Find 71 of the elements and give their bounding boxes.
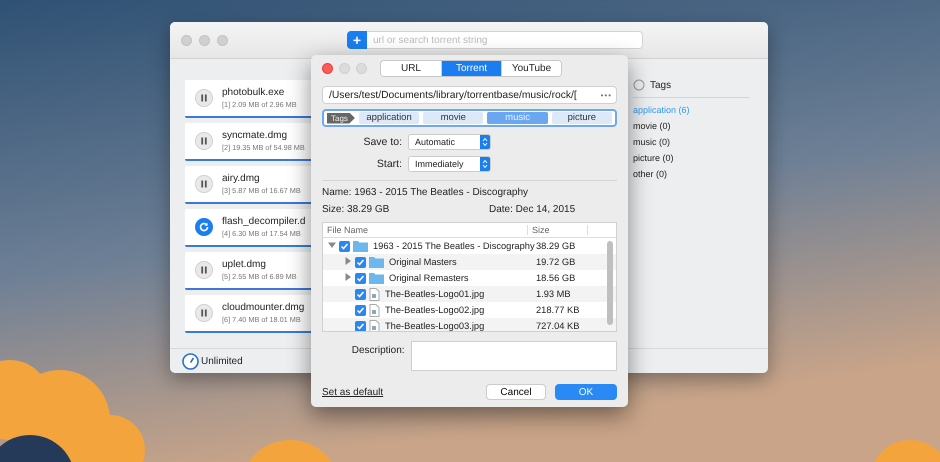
stepper-icon[interactable]: [480, 157, 490, 171]
torrent-date: Date: Dec 14, 2015: [489, 204, 576, 215]
tag-filter-item[interactable]: other (0): [633, 166, 768, 182]
expand-arrow-icon[interactable]: [344, 257, 352, 265]
save-location-dropdown[interactable]: Automatic: [408, 134, 491, 150]
file-name: cloudmounter.dmg: [222, 302, 304, 313]
file-name: syncmate.dmg: [222, 130, 288, 141]
circle-icon: [633, 79, 645, 91]
refresh-icon[interactable]: [195, 218, 213, 236]
file-name: airy.dmg: [222, 173, 261, 184]
checkbox[interactable]: [339, 240, 350, 252]
tag-chip[interactable]: application: [358, 112, 420, 124]
more-button[interactable]: •••: [596, 90, 616, 100]
file-name: The-Beatles-Logo02.jpg: [385, 305, 484, 315]
tags-title: Tags: [650, 80, 672, 90]
source-tab[interactable]: YouTube: [501, 61, 561, 76]
add-button[interactable]: +: [347, 31, 367, 49]
file-name: The-Beatles-Logo03.jpg: [385, 321, 484, 331]
file-name: flash_decompiler.d: [222, 216, 306, 227]
cancel-button[interactable]: Cancel: [486, 384, 546, 400]
pause-icon[interactable]: [195, 132, 213, 150]
folder-icon: [369, 256, 384, 268]
pause-icon[interactable]: [195, 89, 213, 107]
checkbox[interactable]: [355, 304, 366, 316]
checkbox[interactable]: [355, 272, 366, 284]
checkbox[interactable]: [355, 288, 366, 300]
tag-chip[interactable]: movie: [423, 112, 484, 124]
file-size: 18.56 GB: [536, 273, 576, 283]
start-dropdown[interactable]: Immediately: [408, 156, 491, 172]
field-label: Save to:: [362, 136, 403, 148]
pause-icon[interactable]: [195, 304, 213, 322]
set-default-link[interactable]: Set as default: [322, 386, 477, 398]
stepper-icon[interactable]: [480, 135, 490, 149]
file-size: 19.72 GB: [536, 257, 576, 267]
tags-field[interactable]: Tags application movie music picture: [322, 109, 617, 127]
description-label: Description:: [350, 344, 405, 358]
pause-icon[interactable]: [195, 261, 213, 279]
column-header[interactable]: Size: [528, 225, 588, 235]
tag-chip[interactable]: picture: [552, 112, 612, 124]
scrollbar[interactable]: [607, 241, 613, 325]
file-size: 727.04 KB: [536, 321, 580, 331]
file-size: 1.93 MB: [536, 289, 571, 299]
torrent-name: Name: 1963 - 2015 The Beatles - Discography: [322, 187, 528, 198]
file-size: 38.29 GB: [536, 241, 576, 251]
expand-arrow-icon[interactable]: [344, 273, 352, 281]
file-name: Original Masters: [389, 257, 457, 267]
tag-filter-item[interactable]: music (0): [633, 134, 768, 150]
path-field[interactable]: /Users/test/Documents/library/torrentbase/music/rock/[ •••: [322, 86, 617, 104]
checkbox[interactable]: [355, 320, 366, 331]
torrent-size: Size: 38.29 GB: [322, 204, 390, 215]
source-tab[interactable]: Torrent: [441, 61, 501, 76]
tags-label: Tags: [327, 112, 355, 124]
field-label: Start:: [376, 158, 403, 170]
file-name: photobulk.exe: [222, 87, 286, 98]
search-field[interactable]: url or search torrent string: [367, 31, 643, 49]
file-name: Original Remasters: [389, 273, 469, 283]
speedometer-icon[interactable]: [182, 352, 199, 370]
column-header[interactable]: File Name: [323, 225, 528, 235]
collapse-arrow-icon[interactable]: [328, 241, 336, 249]
file-name: uplet.dmg: [222, 259, 267, 270]
close-button[interactable]: [322, 62, 333, 74]
tag-filter-item[interactable]: picture (0): [633, 150, 768, 166]
folder-icon: [369, 272, 384, 284]
checkbox[interactable]: [355, 256, 366, 268]
file-size: 218.77 KB: [536, 305, 580, 315]
speed-limit-label[interactable]: Unlimited: [201, 356, 243, 366]
file-name: The-Beatles-Logo01.jpg: [385, 289, 484, 299]
file-name: 1963 - 2015 The Beatles - Discography: [373, 241, 535, 251]
description-field[interactable]: [410, 341, 617, 371]
tag-filter-item[interactable]: movie (0): [633, 118, 768, 134]
pause-icon[interactable]: [195, 175, 213, 193]
